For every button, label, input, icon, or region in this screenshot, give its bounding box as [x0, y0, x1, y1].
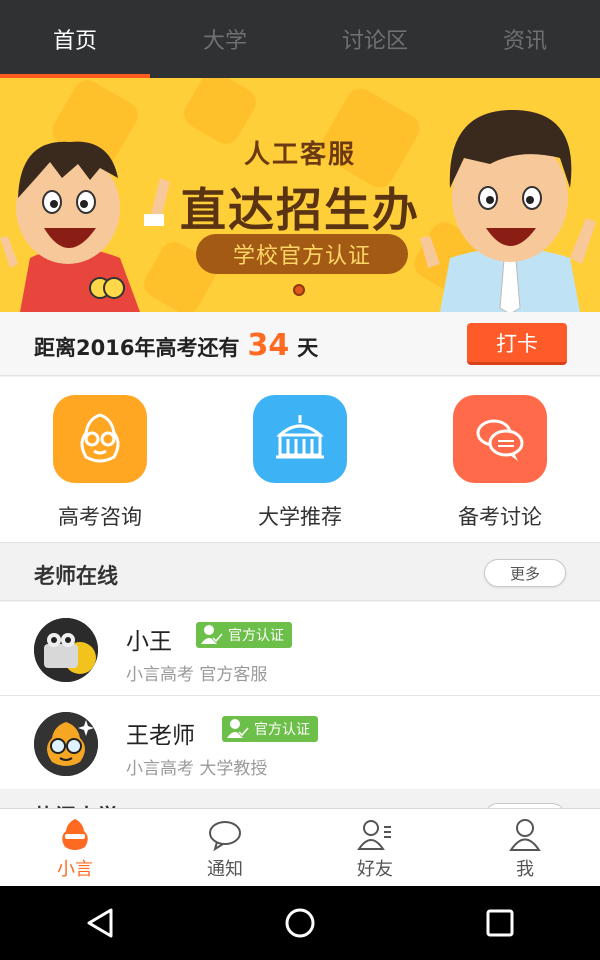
recents-icon[interactable]	[483, 906, 517, 940]
tab-discussion[interactable]: 讨论区	[300, 0, 450, 78]
verified-badge: 官方认证	[196, 622, 292, 648]
person-icon	[509, 819, 541, 851]
section-title: 老师在线	[34, 564, 118, 588]
exam-countdown: 距离2016年高考还有 34 天 打卡	[0, 312, 600, 376]
teacher-subtitle: 小言高考 大学教授	[126, 759, 268, 779]
teacher-row[interactable]: 王老师 官方认证 小言高考 大学教授	[0, 696, 600, 790]
quick-link-label: 高考咨询	[58, 505, 142, 529]
banner-headline: 直达招生办	[180, 183, 420, 237]
quick-link-label: 大学推荐	[258, 505, 342, 529]
carousel-indicator-dot	[293, 284, 305, 296]
top-tab-bar: 首页 大学 讨论区 资讯	[0, 0, 600, 78]
quick-link-consult[interactable]: 高考咨询	[0, 377, 200, 542]
home-icon[interactable]	[283, 906, 317, 940]
back-icon[interactable]	[83, 906, 117, 940]
tab-news[interactable]: 资讯	[450, 0, 600, 78]
more-button[interactable]: 更多	[484, 559, 566, 587]
verified-badge-label: 官方认证	[254, 722, 310, 738]
nav-label: 我	[516, 859, 534, 880]
system-navigation-bar	[0, 886, 600, 960]
nav-friends[interactable]: 好友	[300, 809, 450, 886]
banner-kicker: 人工客服	[243, 140, 356, 170]
banner-official-badge: 学校官方认证	[196, 234, 408, 274]
countdown-prefix: 距离2016年高考还有	[34, 336, 240, 360]
teacher-subtitle: 小言高考 官方客服	[126, 665, 268, 685]
mascot-icon	[53, 395, 147, 483]
verified-user-icon	[227, 719, 250, 738]
teacher-name: 小王	[126, 629, 172, 655]
chat-bubbles-icon	[453, 395, 547, 483]
nav-label: 好友	[357, 859, 393, 880]
avatar	[34, 618, 98, 682]
quick-link-university[interactable]: 大学推荐	[200, 377, 400, 542]
university-icon	[253, 395, 347, 483]
chat-bubble-icon	[209, 821, 241, 852]
avatar	[34, 712, 98, 776]
verified-user-icon	[201, 625, 224, 644]
quick-link-label: 备考讨论	[458, 505, 542, 529]
mascot-icon	[62, 819, 88, 850]
teachers-section-header: 老师在线 更多	[0, 543, 600, 601]
nav-label: 通知	[207, 859, 243, 880]
nav-notifications[interactable]: 通知	[150, 809, 300, 886]
verified-badge-label: 官方认证	[228, 628, 284, 644]
promo-banner[interactable]: 人工客服 直达招生办 学校官方认证	[0, 78, 600, 312]
tab-university[interactable]: 大学	[150, 0, 300, 78]
quick-links-grid: 高考咨询 大学推荐 备考讨论	[0, 377, 600, 543]
verified-badge: 官方认证	[222, 716, 318, 742]
quick-link-discussion[interactable]: 备考讨论	[400, 377, 600, 542]
tab-home[interactable]: 首页	[0, 0, 150, 78]
friends-icon	[357, 820, 391, 850]
countdown-days: 34	[247, 328, 290, 363]
countdown-text: 距离2016年高考还有 34 天	[34, 328, 318, 363]
bottom-navigation: 小言 通知 好友 我	[0, 808, 600, 886]
nav-me[interactable]: 我	[450, 809, 600, 886]
teacher-name: 王老师	[126, 723, 195, 749]
teacher-row[interactable]: 小王 官方认证 小言高考 官方客服	[0, 602, 600, 696]
nav-label: 小言	[57, 859, 93, 880]
nav-xiaoyan[interactable]: 小言	[0, 809, 150, 886]
countdown-suffix: 天	[297, 336, 319, 360]
checkin-button[interactable]: 打卡	[467, 323, 567, 365]
